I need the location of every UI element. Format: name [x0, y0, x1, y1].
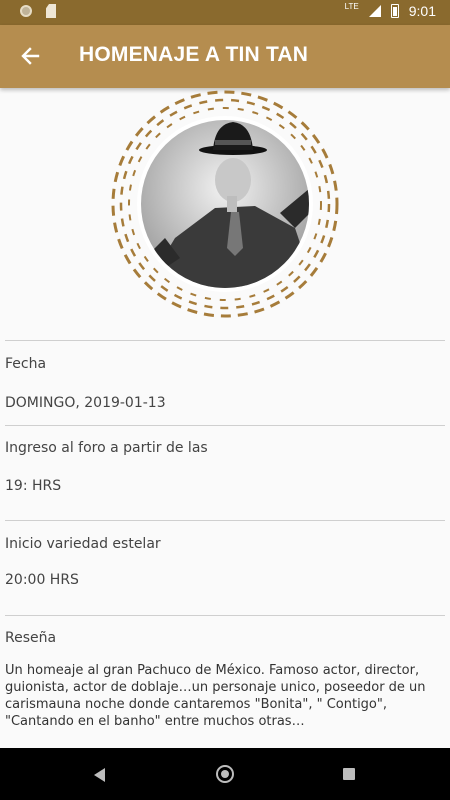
- navigation-bar: [0, 748, 450, 800]
- battery-icon: [390, 4, 399, 18]
- detail-value: 20:00 HRS: [5, 572, 79, 588]
- back-button[interactable]: [15, 41, 45, 71]
- nav-home-icon[interactable]: [216, 765, 234, 783]
- nav-back-icon[interactable]: [94, 768, 105, 782]
- ornamental-frame: [111, 90, 339, 318]
- event-details: Fecha DOMINGO, 2019-01-13 Ingreso al for…: [5, 340, 445, 746]
- detail-label: Fecha: [5, 356, 47, 372]
- detail-label: Reseña: [5, 630, 57, 646]
- detail-value: 19: HRS: [5, 478, 62, 494]
- app-bar: HOMENAJE A TIN TAN: [0, 25, 450, 88]
- status-bar: LTE 9:01: [0, 0, 450, 25]
- sd-card-icon: [46, 4, 56, 18]
- detail-value: DOMINGO, 2019-01-13: [5, 395, 166, 411]
- detail-row-fecha: Fecha DOMINGO, 2019-01-13: [5, 340, 445, 425]
- network-type: LTE: [344, 2, 359, 11]
- detail-label: Inicio variedad estelar: [5, 536, 161, 552]
- page-title: HOMENAJE A TIN TAN: [79, 43, 309, 66]
- resena-text: Un homeaje al gran Pachuco de México. Fa…: [5, 663, 426, 729]
- status-time: 9:01: [408, 3, 436, 19]
- notification-icon: [20, 5, 32, 17]
- detail-row-ingreso: Ingreso al foro a partir de las 19: HRS: [5, 425, 445, 520]
- nav-recents-icon[interactable]: [343, 768, 355, 780]
- arrow-back-icon: [21, 47, 40, 65]
- signal-icon: [368, 5, 381, 17]
- detail-label: Ingreso al foro a partir de las: [5, 440, 208, 456]
- detail-row-inicio: Inicio variedad estelar 20:00 HRS: [5, 520, 445, 615]
- hero-image-frame: [105, 88, 345, 320]
